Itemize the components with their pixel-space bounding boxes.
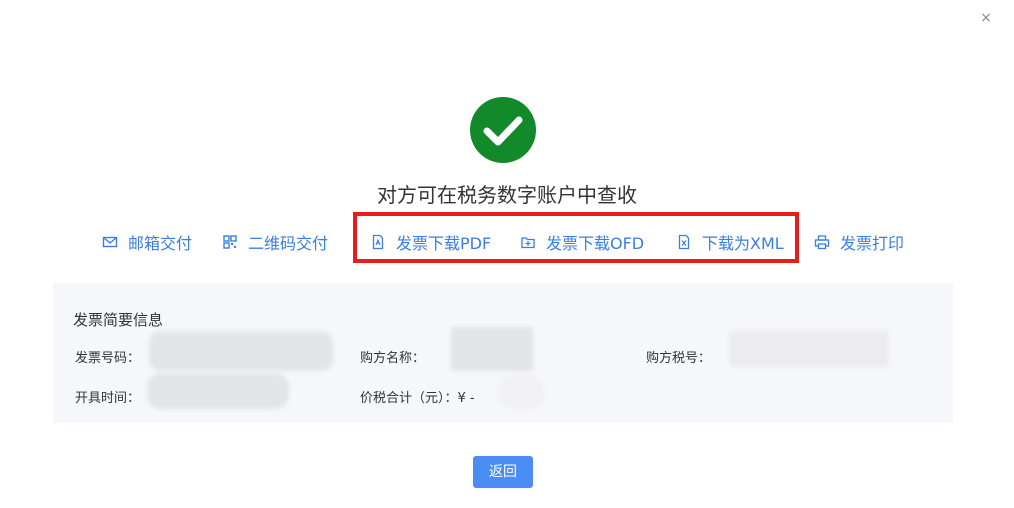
buyer-name-redacted: [451, 327, 533, 371]
invoice-summary-panel: 发票简要信息 发票号码： 购方名称： 购方税号： 开具时间： 价税合计（元）：¥…: [53, 283, 953, 423]
invoice-summary-title: 发票简要信息: [73, 311, 164, 329]
invoice-number-label: 发票号码：: [75, 351, 141, 366]
email-delivery-label: 邮箱交付: [128, 234, 193, 253]
return-button[interactable]: 返回: [473, 456, 533, 488]
total-amount-label: 价税合计（元）：¥ -: [360, 387, 475, 406]
total-amount-redacted: [499, 375, 545, 409]
qrcode-delivery-button[interactable]: 二维码交付: [222, 230, 328, 254]
download-actions-highlight: [353, 212, 799, 263]
issue-time-redacted: [147, 373, 289, 409]
print-invoice-button[interactable]: 发票打印: [814, 230, 904, 254]
buyer-name-label: 购方名称：: [360, 351, 426, 366]
email-delivery-button[interactable]: 邮箱交付: [102, 230, 192, 254]
total-amount-prefix: ¥ -: [457, 391, 475, 406]
buyer-tax-number-label: 购方税号：: [646, 351, 712, 366]
mail-icon: [102, 234, 118, 250]
close-icon[interactable]: ×: [978, 10, 994, 26]
invoice-number-redacted: [149, 331, 333, 371]
issue-time-label: 开具时间：: [75, 391, 141, 406]
total-amount-label-text: 价税合计（元）：: [360, 391, 458, 406]
qrcode-icon: [222, 234, 238, 250]
invoice-success-dialog: × 对方可在税务数字账户中查收 邮箱交付 二维码交付 发票下载PDF 发票下载O…: [0, 0, 1014, 508]
success-check-icon: [470, 97, 536, 163]
qrcode-delivery-label: 二维码交付: [248, 234, 329, 253]
success-headline: 对方可在税务数字账户中查收: [377, 183, 637, 207]
buyer-tax-number-redacted: [729, 331, 889, 367]
printer-icon: [814, 234, 830, 250]
print-invoice-label: 发票打印: [840, 234, 905, 253]
